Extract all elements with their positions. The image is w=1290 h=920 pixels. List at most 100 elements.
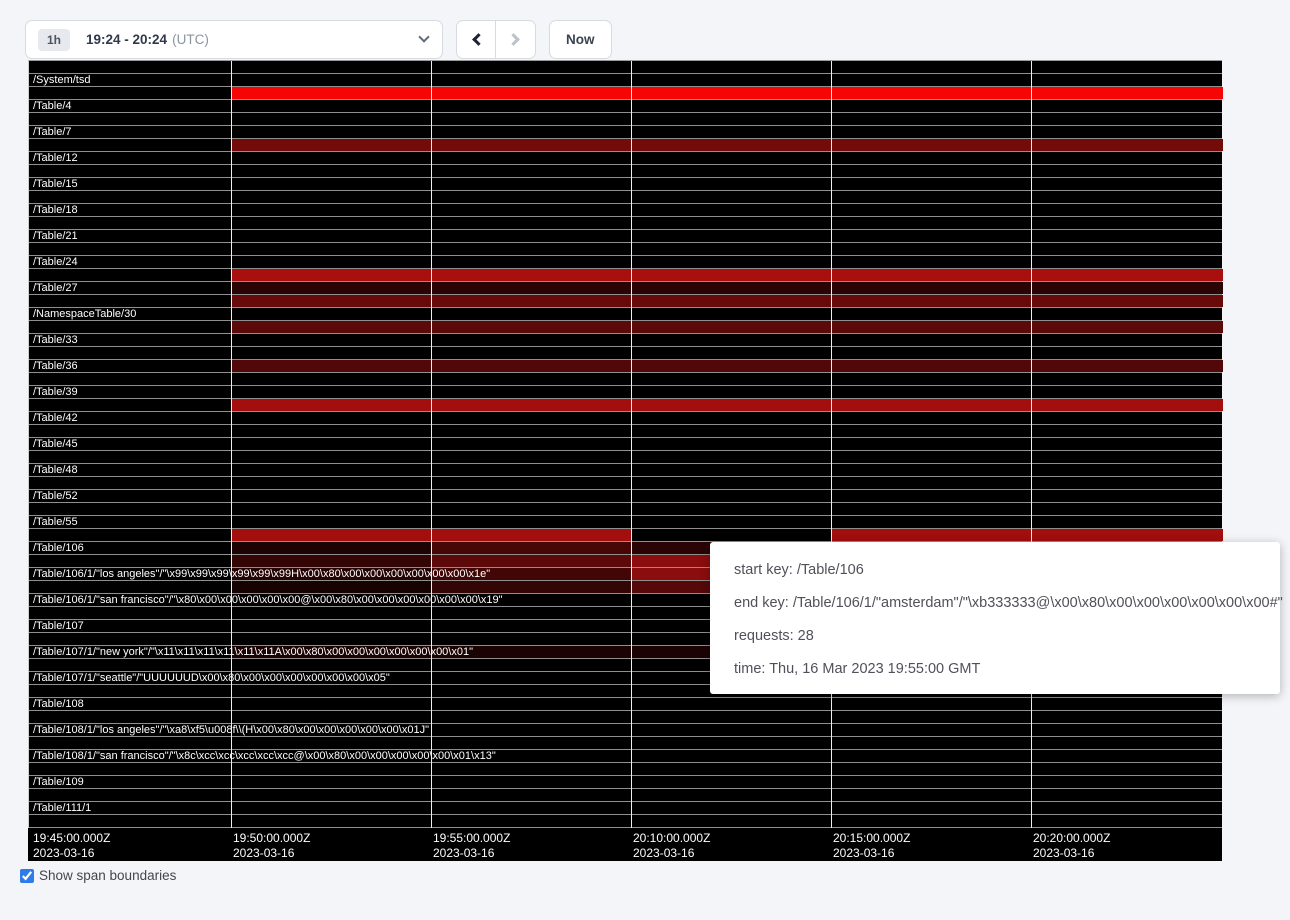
heat-band [231,295,1223,307]
heatmap-row[interactable] [29,737,1222,750]
axis-tick: 19:55:00.000Z2023-03-16 [433,831,510,861]
time-range-select[interactable]: 1h 19:24 - 20:24 (UTC) [25,20,443,59]
heatmap-row[interactable]: /Table/55 [29,516,1222,529]
row-key-label: /Table/24 [33,256,78,269]
range-duration-badge: 1h [38,29,70,51]
heatmap-row[interactable] [29,425,1222,438]
row-key-label: /Table/106/1/"san francisco"/"\x80\x00\x… [33,594,503,607]
heatmap-row[interactable] [29,373,1222,386]
heatmap-row[interactable] [29,321,1222,334]
heatmap-row[interactable]: /Table/21 [29,230,1222,243]
heat-band [431,542,631,554]
heatmap-row[interactable] [29,711,1222,724]
heatmap-row[interactable] [29,529,1222,542]
heatmap-row[interactable]: /Table/108/1/"san francisco"/"\x8c\xcc\x… [29,750,1222,763]
heatmap-row[interactable]: /Table/108 [29,698,1222,711]
now-button[interactable]: Now [549,20,612,59]
heatmap-row[interactable]: /Table/24 [29,256,1222,269]
row-key-label: /System/tsd [33,74,90,87]
heat-band [231,282,1223,294]
heatmap-row[interactable] [29,477,1222,490]
heatmap-row[interactable]: /Table/12 [29,152,1222,165]
heatmap-row[interactable] [29,191,1222,204]
heatmap-row[interactable] [29,61,1222,74]
time-gridline [631,61,632,828]
axis-tick: 20:20:00.000Z2023-03-16 [1033,831,1110,861]
time-gridline [231,61,232,828]
tooltip-requests: requests: 28 [734,626,1256,646]
heatmap-canvas[interactable]: /System/tsd/Table/4/Table/7/Table/12/Tab… [28,60,1222,828]
row-key-label: /Table/108/1/"san francisco"/"\x8c\xcc\x… [33,750,496,763]
axis-tick: 19:45:00.000Z2023-03-16 [33,831,110,861]
hover-tooltip: start key: /Table/106 end key: /Table/10… [710,542,1280,694]
heatmap-row[interactable]: /Table/33 [29,334,1222,347]
heatmap-row[interactable] [29,139,1222,152]
heatmap-row[interactable] [29,503,1222,516]
heatmap-row[interactable]: /Table/15 [29,178,1222,191]
row-key-label: /Table/108 [33,698,84,711]
heatmap-row[interactable] [29,451,1222,464]
heatmap-row[interactable]: /Table/109 [29,776,1222,789]
heatmap-row[interactable] [29,763,1222,776]
key-visualizer: /System/tsd/Table/4/Table/7/Table/12/Tab… [28,60,1222,861]
row-key-label: /Table/107/1/"seattle"/"UUUUUUD\x00\x80\… [33,672,390,685]
heatmap-row[interactable]: /Table/7 [29,126,1222,139]
heatmap-row[interactable]: /Table/48 [29,464,1222,477]
heat-band [831,529,1223,541]
heat-band [231,87,1223,99]
heatmap-row[interactable] [29,789,1222,802]
heatmap-row[interactable]: /Table/27 [29,282,1222,295]
row-key-label: /Table/107/1/"new york"/"\x11\x11\x11\x1… [33,646,473,659]
row-key-label: /Table/106/1/"los angeles"/"\x99\x99\x99… [33,568,490,581]
heatmap-row[interactable]: /NamespaceTable/30 [29,308,1222,321]
row-key-label: /Table/33 [33,334,78,347]
heat-band [231,139,1223,151]
heatmap-row[interactable] [29,295,1222,308]
heatmap-row[interactable]: /Table/108/1/"los angeles"/"\xa8\xf5\u00… [29,724,1222,737]
heatmap-row[interactable]: /Table/45 [29,438,1222,451]
heatmap-row[interactable] [29,399,1222,412]
prev-window-button[interactable] [456,20,496,59]
tooltip-start-key: start key: /Table/106 [734,560,1256,580]
heat-band [231,581,431,593]
row-key-label: /Table/45 [33,438,78,451]
heatmap-row[interactable] [29,269,1222,282]
time-gridline [1031,61,1032,828]
next-window-button[interactable] [496,20,536,59]
heatmap-row[interactable] [29,347,1222,360]
heatmap-row[interactable] [29,113,1222,126]
heat-band [431,581,631,593]
row-key-label: /Table/107 [33,620,84,633]
heatmap-row[interactable]: /System/tsd [29,74,1222,87]
heatmap-row[interactable]: /Table/39 [29,386,1222,399]
span-boundaries-row: Show span boundaries [20,868,1290,883]
heatmap-row[interactable] [29,87,1222,100]
heatmap-row[interactable]: /Table/111/1 [29,802,1222,815]
heatmap-row[interactable] [29,165,1222,178]
heat-band [231,360,1223,372]
chevron-down-icon [418,31,429,42]
show-span-boundaries-checkbox[interactable] [20,869,34,883]
heatmap-row[interactable] [29,815,1222,828]
range-timezone: (UTC) [172,32,209,47]
heatmap-row[interactable]: /Table/18 [29,204,1222,217]
heatmap-row[interactable]: /Table/4 [29,100,1222,113]
heatmap-row[interactable]: /Table/42 [29,412,1222,425]
heatmap-row[interactable]: /Table/36 [29,360,1222,373]
heatmap-row[interactable]: /Table/52 [29,490,1222,503]
axis-tick: 20:15:00.000Z2023-03-16 [833,831,910,861]
time-gridline [831,61,832,828]
chevron-left-icon [472,33,485,46]
time-gridline [431,61,432,828]
row-key-label: /Table/106 [33,542,84,555]
time-axis: 19:45:00.000Z2023-03-1619:50:00.000Z2023… [28,828,1222,861]
row-key-label: /Table/109 [33,776,84,789]
heatmap-row[interactable] [29,243,1222,256]
tooltip-end-key: end key: /Table/106/1/"amsterdam"/"\xb33… [734,593,1256,613]
row-key-label: /NamespaceTable/30 [33,308,136,321]
row-key-label: /Table/4 [33,100,72,113]
row-key-label: /Table/21 [33,230,78,243]
heatmap-row[interactable] [29,217,1222,230]
heat-band [231,269,1223,281]
row-key-label: /Table/7 [33,126,72,139]
